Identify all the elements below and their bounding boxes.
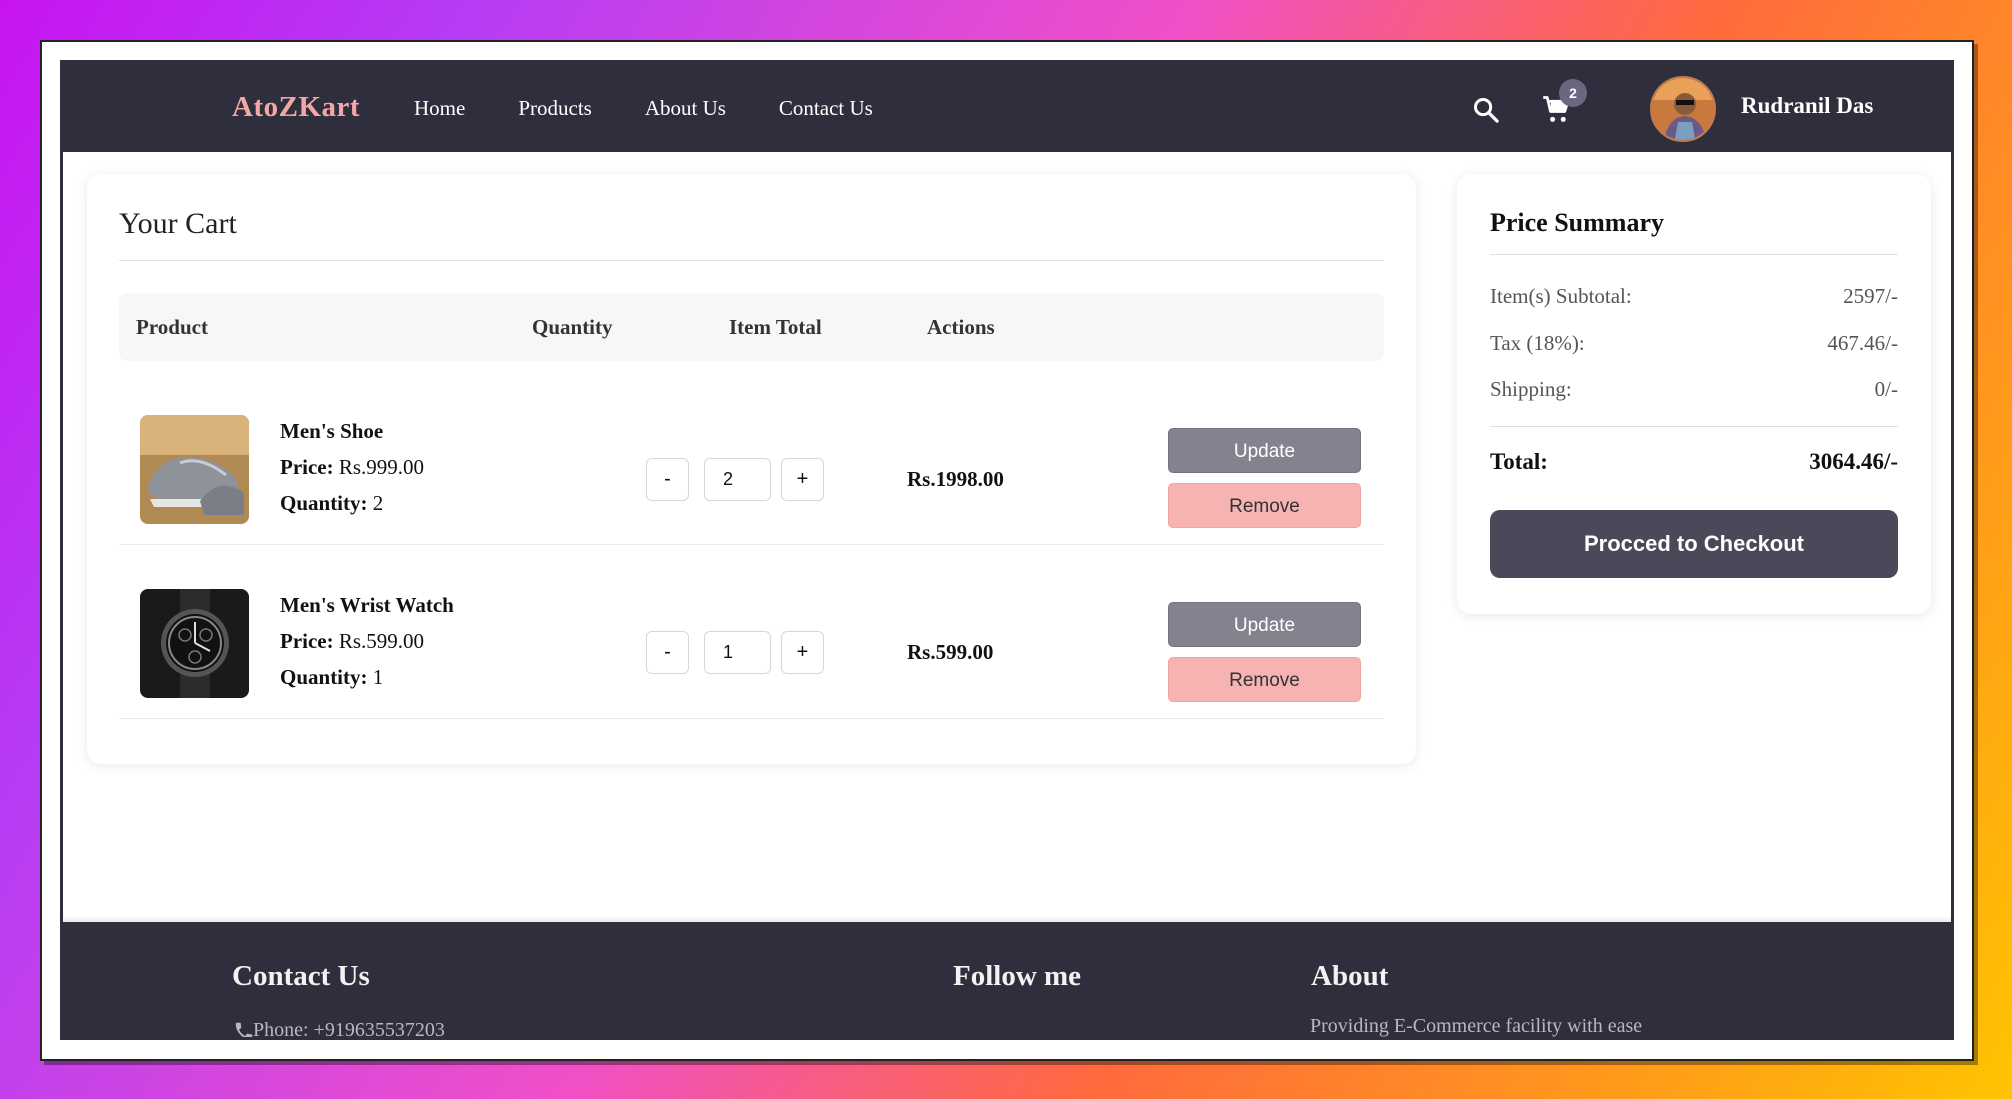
product-quantity: Quantity: 2 [280, 491, 383, 516]
cart-row: Men's Shoe Price: Rs.999.00 Quantity: 2 … [119, 371, 1384, 545]
footer-about-title: About [1311, 960, 1389, 992]
decrement-button[interactable]: - [646, 458, 689, 501]
brand-logo[interactable]: AtoZKart [232, 91, 360, 124]
subtotal-value: 2597/- [1843, 284, 1898, 308]
divider [1490, 254, 1898, 255]
total-label: Total: [1490, 449, 1548, 474]
user-name[interactable]: Rudranil Das [1741, 93, 1873, 119]
update-button[interactable]: Update [1168, 602, 1361, 647]
divider [119, 260, 1384, 261]
nav-link-products[interactable]: Products [518, 96, 592, 121]
product-quantity: Quantity: 1 [280, 665, 383, 690]
price-value: Rs.999.00 [338, 455, 425, 479]
column-header-product: Product [136, 315, 208, 339]
item-total: Rs.1998.00 [907, 467, 1004, 491]
footer-contact-title: Contact Us [232, 960, 370, 992]
quantity-label: Quantity: [280, 665, 368, 689]
remove-button[interactable]: Remove [1168, 657, 1361, 702]
update-button[interactable]: Update [1168, 428, 1361, 473]
shipping-label: Shipping: [1490, 377, 1572, 401]
screenshot-frame: AtoZKart Home Products About Us Contact … [40, 40, 1974, 1061]
product-price: Price: Rs.999.00 [280, 455, 424, 480]
subtotal-label: Item(s) Subtotal: [1490, 284, 1632, 308]
quantity-input[interactable] [704, 631, 771, 674]
footer-phone[interactable]: Phone: +919635537203 [253, 1019, 445, 1037]
product-image [140, 589, 249, 698]
tax-label: Tax (18%): [1490, 331, 1585, 355]
cart-card: Your Cart Product Quantity Item Total Ac… [87, 174, 1416, 764]
nav-link-home[interactable]: Home [414, 96, 465, 121]
avatar-image [1652, 78, 1714, 140]
quantity-value: 2 [372, 491, 384, 515]
increment-button[interactable]: + [781, 458, 824, 501]
divider [1490, 426, 1898, 427]
quantity-label: Quantity: [280, 491, 368, 515]
price-label: Price: [280, 455, 334, 479]
product-price: Price: Rs.599.00 [280, 629, 424, 654]
item-total: Rs.599.00 [907, 640, 994, 664]
price-label: Price: [280, 629, 334, 653]
tax-value: 467.46/- [1827, 331, 1898, 355]
search-icon[interactable] [1472, 96, 1500, 124]
footer-follow-title: Follow me [953, 960, 1082, 992]
nav-link-contact-us[interactable]: Contact Us [779, 96, 873, 121]
total-value: 3064.46/- [1809, 449, 1898, 474]
price-summary-title: Price Summary [1490, 208, 1665, 237]
price-value: Rs.599.00 [338, 629, 425, 653]
product-name: Men's Shoe [280, 419, 384, 443]
footer-about-text: Providing E-Commerce facility with ease [1310, 1015, 1643, 1037]
column-header-actions: Actions [927, 315, 995, 339]
cart-table-header: Product Quantity Item Total Actions [119, 293, 1384, 361]
nav-links: Home Products About Us Contact Us [414, 96, 926, 121]
checkout-button[interactable]: Procced to Checkout [1490, 510, 1898, 578]
cart-row: Men's Wrist Watch Price: Rs.599.00 Quant… [119, 545, 1384, 719]
quantity-input[interactable] [704, 458, 771, 501]
remove-button[interactable]: Remove [1168, 483, 1361, 528]
price-summary-card: Price Summary Item(s) Subtotal: 2597/- T… [1457, 174, 1931, 614]
product-image [140, 415, 249, 524]
navbar: AtoZKart Home Products About Us Contact … [63, 63, 1951, 152]
nav-link-about-us[interactable]: About Us [645, 96, 726, 121]
decrement-button[interactable]: - [646, 631, 689, 674]
user-avatar[interactable] [1650, 76, 1716, 142]
browser-viewport: AtoZKart Home Products About Us Contact … [60, 60, 1954, 1040]
column-header-item-total: Item Total [729, 315, 822, 339]
quantity-value: 1 [372, 665, 384, 689]
product-name: Men's Wrist Watch [280, 593, 454, 617]
cart-count-badge: 2 [1559, 79, 1587, 107]
phone-icon [235, 1022, 253, 1037]
increment-button[interactable]: + [781, 631, 824, 674]
column-header-quantity: Quantity [532, 315, 613, 339]
shipping-value: 0/- [1874, 377, 1898, 401]
cart-title: Your Cart [119, 207, 237, 240]
footer: Contact Us Phone: +919635537203 Follow m… [63, 922, 1951, 1037]
